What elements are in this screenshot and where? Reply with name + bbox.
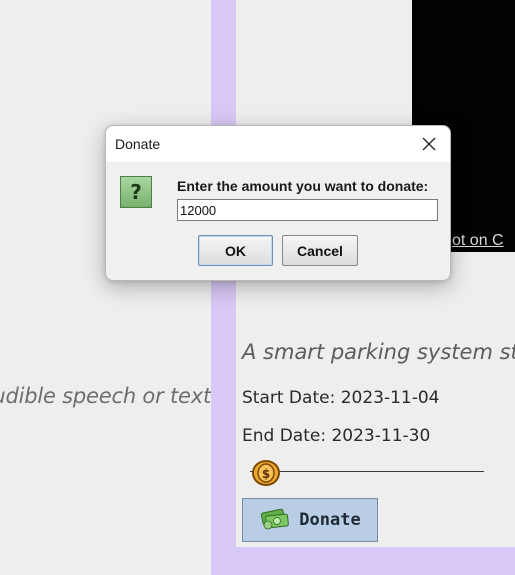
question-glyph: ? [130, 180, 142, 204]
project-description-text: udible speech or text. [0, 384, 211, 408]
ok-button[interactable]: OK [198, 235, 273, 266]
coin-icon[interactable]: $ [251, 460, 281, 486]
funding-progress-track [250, 471, 484, 472]
close-button[interactable] [414, 130, 444, 158]
cancel-button[interactable]: Cancel [282, 235, 358, 266]
svg-text:$: $ [262, 467, 270, 481]
donate-dialog: Donate ? Enter the amount you want to do… [105, 125, 451, 281]
donation-amount-input[interactable] [177, 199, 438, 221]
dialog-titlebar[interactable]: Donate [106, 126, 450, 162]
question-icon: ? [120, 176, 152, 208]
close-icon [422, 137, 436, 151]
donate-button[interactable]: Donate [242, 498, 378, 542]
end-date: End Date: 2023-11-30 [242, 426, 431, 446]
donate-button-label: Donate [299, 510, 361, 530]
start-date: Start Date: 2023-11-04 [242, 388, 440, 408]
accent-strip-bottom [211, 547, 515, 575]
dialog-title: Donate [115, 136, 161, 152]
money-icon [259, 505, 291, 535]
accent-strip-vertical [211, 0, 236, 575]
project-tagline: A smart parking system str [242, 340, 515, 364]
video-caption: ot on C [452, 232, 504, 249]
dialog-message: Enter the amount you want to donate: [177, 178, 429, 194]
background-left-panel: udible speech or text. [0, 0, 211, 575]
